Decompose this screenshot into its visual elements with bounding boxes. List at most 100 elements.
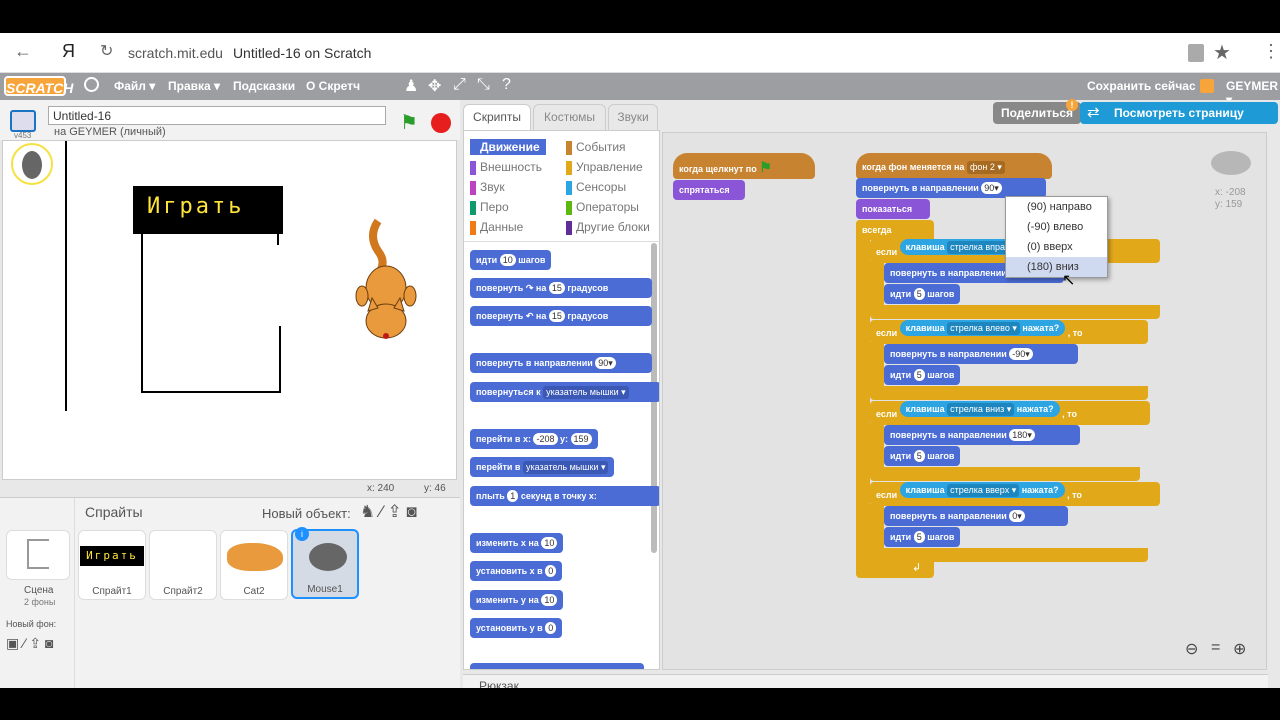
block-move[interactable]: идти 5 шагов	[884, 284, 961, 304]
category-control[interactable]: Управление	[566, 159, 643, 175]
block-glide[interactable]: плыть 1 секунд в точку x:	[470, 486, 659, 506]
block-turn-right[interactable]: повернуть ↷ на 15 градусов	[470, 278, 652, 298]
stop-button[interactable]	[431, 113, 451, 133]
category-more[interactable]: Другие блоки	[566, 219, 650, 235]
script-area[interactable]: когда щелкнут по ⚑ спрятаться когда фон …	[662, 132, 1267, 670]
block-change-y[interactable]: изменить у на 10	[470, 590, 564, 610]
fullscreen-button[interactable]	[10, 110, 36, 132]
zoom-reset-icon[interactable]: =	[1211, 639, 1220, 657]
zoom-out-icon[interactable]: ⊖	[1185, 639, 1198, 659]
info-icon[interactable]: i	[295, 527, 309, 541]
block-point-direction[interactable]: повернуть в направлении 180▾	[884, 425, 1080, 445]
tab-scripts[interactable]: Скрипты	[463, 104, 531, 130]
block-move[interactable]: идти 5 шагов	[884, 365, 961, 385]
category-sensing[interactable]: Сенсоры	[566, 179, 626, 195]
address-bar[interactable]: scratch.mit.edu Untitled-16 on Scratch	[128, 45, 371, 61]
block-point-direction[interactable]: повернуть в направлении 90▾	[470, 353, 652, 373]
block-input[interactable]: 5	[913, 369, 925, 381]
stage-canvas[interactable]: Играть	[2, 140, 457, 480]
block-move[interactable]: идти 10 шагов	[470, 250, 552, 270]
block-point-toward[interactable]: повернуться к указатель мышки ▾	[470, 382, 659, 402]
backpack[interactable]: Рюкзак	[463, 674, 1268, 693]
block-input[interactable]: 5	[913, 450, 925, 462]
stamp-icon[interactable]: ♟	[404, 76, 418, 96]
bg-tools-icon[interactable]: ▣ ⁄ ⇪ ◙	[6, 635, 53, 652]
category-looks[interactable]: Внешность	[470, 159, 542, 175]
cat-sprite[interactable]	[348, 216, 428, 346]
block-input[interactable]: 0▾	[1009, 510, 1025, 522]
block-input[interactable]: -90▾	[1009, 348, 1033, 360]
block-set-y[interactable]: установить у в 0	[470, 618, 563, 638]
block-hide[interactable]: спрятаться	[673, 180, 745, 200]
category-motion[interactable]: Движение	[470, 139, 546, 155]
category-pen[interactable]: Перо	[470, 199, 509, 215]
category-data[interactable]: Данные	[470, 219, 523, 235]
lock-icon[interactable]	[1188, 44, 1204, 62]
block-goto-xy[interactable]: перейти в x: -208 y: 159	[470, 429, 598, 449]
block-input[interactable]: 5	[913, 531, 925, 543]
block-input[interactable]: 10	[541, 537, 558, 549]
block-dropdown[interactable]: указатель мышки ▾	[543, 386, 629, 399]
category-operators[interactable]: Операторы	[566, 199, 639, 215]
cut-icon[interactable]: ✥	[428, 76, 441, 96]
star-icon[interactable]: ★	[1213, 40, 1231, 65]
sensing-key[interactable]: клавиша стрелка влево ▾ нажата?	[899, 320, 1066, 336]
block-if-down[interactable]: если клавиша стрелка вниз ▾ нажата? , то	[870, 401, 1150, 425]
help-icon[interactable]: ?	[502, 76, 511, 94]
sensing-key[interactable]: клавиша стрелка вниз ▾ нажата?	[899, 401, 1060, 417]
see-project-page-button[interactable]: Посмотреть страницу проекта	[1080, 102, 1278, 142]
block-move[interactable]: идти 5 шагов	[884, 527, 961, 547]
shrink-icon[interactable]: ⤡	[477, 76, 490, 94]
block-input[interactable]: 159	[570, 433, 592, 445]
new-sprite-tools-icon[interactable]: ♞ ⁄ ⇪ ◙	[360, 502, 417, 522]
block-point-direction[interactable]: повернуть в направлении 0▾	[884, 506, 1068, 526]
category-events[interactable]: События	[566, 139, 626, 155]
direction-dropdown[interactable]: (90) направо (-90) влево (0) вверх (180)…	[1005, 196, 1108, 278]
scene-thumbnail[interactable]	[6, 530, 70, 580]
dropdown-option[interactable]: (-90) влево	[1006, 217, 1107, 237]
tab-sounds[interactable]: Звуки	[608, 104, 658, 130]
menu-file[interactable]: Файл ▾	[114, 79, 155, 93]
play-sprite[interactable]: Играть	[133, 186, 283, 234]
block-input[interactable]: 15	[548, 282, 565, 294]
block-dropdown[interactable]: фон 2 ▾	[966, 161, 1005, 174]
more-icon[interactable]: ⋮	[1262, 41, 1280, 62]
block-point-direction[interactable]: повернуть в направлении -90▾	[884, 344, 1078, 364]
block-dropdown[interactable]: стрелка вниз ▾	[947, 403, 1015, 416]
block-dropdown[interactable]: стрелка вверх ▾	[947, 484, 1020, 497]
sprite-thumb-cat[interactable]: Cat2	[220, 530, 288, 600]
block-input[interactable]: 10	[499, 254, 516, 266]
folder-icon[interactable]	[1200, 79, 1214, 93]
block-input[interactable]: -208	[533, 433, 558, 445]
block-input[interactable]: 90▾	[981, 182, 1002, 194]
sprite-thumb-mouse[interactable]: i Mouse1	[291, 527, 359, 599]
block-move[interactable]: идти 5 шагов	[884, 446, 961, 466]
block-input[interactable]: 90▾	[595, 357, 616, 369]
tab-costumes[interactable]: Костюмы	[533, 104, 606, 130]
back-icon[interactable]: ←	[14, 41, 32, 62]
block-input[interactable]: 10	[541, 594, 558, 606]
block-dropdown[interactable]: стрелка влево ▾	[947, 322, 1020, 335]
block-set-x[interactable]: установить х в 0	[470, 561, 563, 581]
block-change-x[interactable]: изменить х на 10	[470, 533, 564, 553]
dropdown-option[interactable]: (0) вверх	[1006, 237, 1107, 257]
grow-icon[interactable]: ⤢	[453, 76, 466, 94]
sprite-thumb-1[interactable]: Играть Спрайт1	[78, 530, 146, 600]
block-input[interactable]: 0	[545, 622, 557, 634]
category-sound[interactable]: Звук	[470, 179, 505, 195]
reload-icon[interactable]: ↻	[100, 41, 113, 61]
block-when-flag[interactable]: когда щелкнут по ⚑	[673, 153, 815, 179]
block-input[interactable]: 5	[913, 288, 925, 300]
block-if-left[interactable]: если клавиша стрелка влево ▾ нажата? , т…	[870, 320, 1148, 344]
scratch-logo[interactable]: SCRATCH	[4, 76, 73, 96]
menu-edit[interactable]: Правка ▾	[168, 79, 220, 93]
block-input[interactable]: 0	[545, 565, 557, 577]
block-point-direction[interactable]: повернуть в направлении 90▾	[856, 178, 1046, 198]
dropdown-option[interactable]: (90) направо	[1006, 197, 1107, 217]
block-input[interactable]: 15	[548, 310, 565, 322]
zoom-in-icon[interactable]: ⊕	[1233, 639, 1246, 659]
sprite-thumb-2[interactable]: Спрайт2	[149, 530, 217, 600]
block-when-backdrop[interactable]: когда фон меняется на фон 2 ▾	[856, 153, 1052, 179]
block-dropdown[interactable]: указатель мышки ▾	[522, 461, 609, 474]
mouse-sprite[interactable]	[11, 143, 53, 185]
